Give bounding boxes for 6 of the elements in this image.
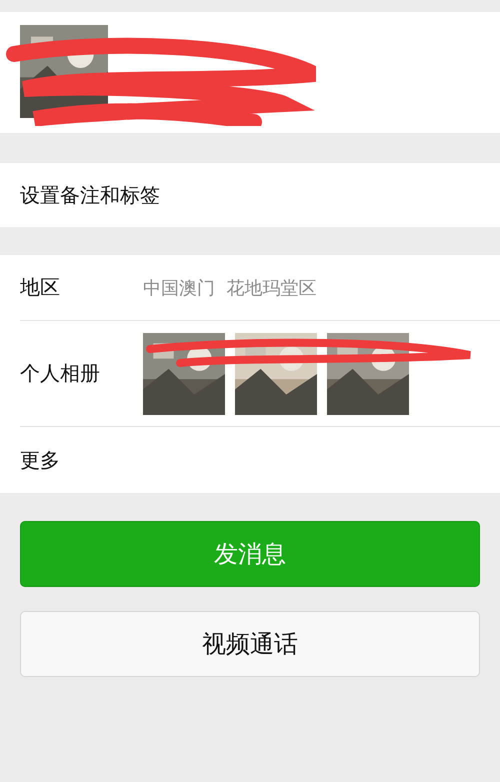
video-call-button[interactable]: 视频通话	[20, 611, 480, 677]
row-label: 个人相册	[20, 360, 101, 387]
row-label: 地区	[20, 274, 61, 301]
remark-label[interactable]: 设置备注和标签	[20, 182, 160, 208]
region-value: 中国澳门 花地玛堂区	[143, 276, 316, 300]
row-label[interactable]: 更多	[20, 446, 143, 474]
